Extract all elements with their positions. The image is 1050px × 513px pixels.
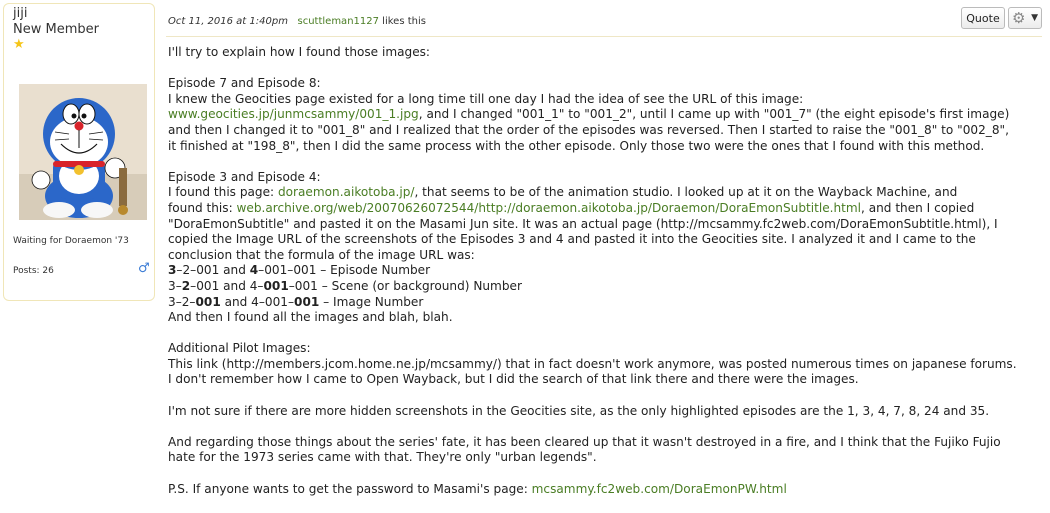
username-link[interactable]: jiji <box>13 6 27 21</box>
text-fragment: – Image Number <box>319 294 424 309</box>
text-line: I knew the Geocities page existed for a … <box>168 91 804 106</box>
bold-fragment: 4 <box>249 263 259 278</box>
post-body: I'll try to explain how I found those im… <box>168 45 1048 513</box>
text-line: hate for the 1973 series came with that.… <box>168 450 597 465</box>
text-fragment: and 4–001– <box>220 294 295 309</box>
intro-paragraph: I'll try to explain how I found those im… <box>168 45 431 59</box>
text-line: found this: web.archive.org/web/20070626… <box>168 201 1048 217</box>
bold-fragment: 001 <box>263 278 289 293</box>
aikotoba-link[interactable]: doraemon.aikotoba.jp/ <box>278 185 415 199</box>
wayback-link[interactable]: web.archive.org/web/20070626072544/http:… <box>237 201 862 215</box>
text-line: And then I found all the images and blah… <box>168 310 453 325</box>
series-fate-paragraph: And regarding those things about the ser… <box>168 435 1048 466</box>
bold-fragment: 001 <box>294 294 320 309</box>
text-fragment: , and then I copied <box>861 200 975 215</box>
text-line: I don't remember how I came to Open Wayb… <box>168 372 859 387</box>
text-line: conclusion that the formula of the image… <box>168 247 475 262</box>
male-icon: ♂ <box>138 261 150 276</box>
text-line: And regarding those things about the ser… <box>168 434 1001 449</box>
episode-3-4-title: Episode 3 and Episode 4: <box>168 169 321 184</box>
text-fragment: –2–001 and <box>176 263 250 278</box>
text-line: This link (http://members.jcom.home.ne.j… <box>168 356 1017 371</box>
episode-7-8-title: Episode 7 and Episode 8: <box>168 76 321 91</box>
gear-icon: ⚙ <box>1012 9 1026 27</box>
episode-7-8-paragraph: Episode 7 and Episode 8: I knew the Geoc… <box>168 76 1048 154</box>
geocities-image-link[interactable]: www.geocities.jp/junmcsammy/001_1.jpg <box>168 107 419 121</box>
text-fragment: found this: <box>168 200 237 215</box>
ps-paragraph: P.S. If anyone wants to get the password… <box>168 482 1048 498</box>
likes-text: likes this <box>382 16 426 27</box>
text-fragment: –001 and 4– <box>190 278 264 293</box>
text-fragment: , that seems to be of the animation stud… <box>414 185 958 200</box>
post-date: Oct 11, 2016 at 1:40pm <box>168 16 288 27</box>
post-meta: Oct 11, 2016 at 1:40pm scuttleman1127 li… <box>168 16 426 27</box>
text-fragment: 3–2– <box>168 294 196 309</box>
user-status-text: Waiting for Doraemon '73 <box>13 236 129 246</box>
user-profile-panel: jiji New Member ★ Waiting for Doraemon '… <box>3 3 155 301</box>
episode-3-4-paragraph: Episode 3 and Episode 4: I found this pa… <box>168 170 1048 326</box>
text-line: copied the Image URL of the screenshots … <box>168 232 976 247</box>
text-line: www.geocities.jp/junmcsammy/001_1.jpg, a… <box>168 107 1048 123</box>
pilot-images-paragraph: Additional Pilot Images: This link (http… <box>168 341 1048 388</box>
text-line: it finished at "198_8", then I did the s… <box>168 138 985 153</box>
text-line: I found this page: doraemon.aikotoba.jp/… <box>168 185 1048 201</box>
text-fragment: –001 – Scene (or background) Number <box>288 278 522 293</box>
formula-episode-line: 3–2–001 and 4–001–001 – Episode Number <box>168 263 1048 279</box>
post-tools-button[interactable]: ⚙ ▼ <box>1008 7 1042 29</box>
star-icon: ★ <box>13 37 25 52</box>
user-title: New Member <box>13 22 99 37</box>
text-fragment: P.S. If anyone wants to get the password… <box>168 481 532 496</box>
caret-down-icon: ▼ <box>1031 13 1038 23</box>
formula-image-line: 3–2–001 and 4–001–001 – Image Number <box>168 295 1048 311</box>
text-fragment: I found this page: <box>168 185 278 200</box>
password-page-link[interactable]: mcsammy.fc2web.com/DoraEmonPW.html <box>532 482 787 496</box>
text-fragment: 3– <box>168 278 182 293</box>
text-fragment: , and I changed "001_1" to "001_2", unti… <box>418 107 1010 122</box>
formula-scene-line: 3–2–001 and 4–001–001 – Scene (or backgr… <box>168 279 1048 295</box>
liker-link[interactable]: scuttleman1127 <box>298 16 379 27</box>
text-line: and then I changed it to "001_8" and I r… <box>168 122 1009 137</box>
post-count: Posts: 26 <box>13 266 54 276</box>
quote-button[interactable]: Quote <box>961 7 1005 29</box>
avatar[interactable] <box>19 84 147 220</box>
pilot-images-title: Additional Pilot Images: <box>168 341 311 356</box>
header-divider <box>166 36 1042 37</box>
bold-fragment: 001 <box>195 294 221 309</box>
hidden-screenshots-paragraph: I'm not sure if there are more hidden sc… <box>168 403 990 418</box>
text-line: "DoraEmonSubtitle" and pasted it on the … <box>168 216 998 231</box>
bold-fragment: 2 <box>181 278 191 293</box>
text-fragment: –001–001 – Episode Number <box>258 263 431 278</box>
